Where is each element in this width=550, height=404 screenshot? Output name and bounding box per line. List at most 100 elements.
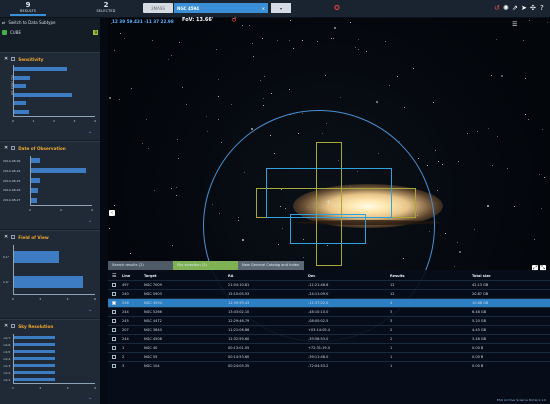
row-checkbox[interactable] (112, 291, 116, 296)
histogram-bar[interactable] (14, 84, 27, 89)
rotate-icon[interactable]: ↺ (231, 16, 237, 24)
export-icon[interactable]: ⇗ (512, 3, 518, 13)
row-checkbox-cell[interactable] (108, 333, 122, 343)
table-cell: 13:43:02.10 (228, 306, 308, 316)
panel-checkbox[interactable] (11, 235, 16, 239)
close-icon[interactable]: ✕ (4, 145, 8, 151)
close-icon[interactable]: ✕ (4, 234, 8, 240)
lightbulb-icon[interactable]: ✺ (503, 3, 509, 13)
close-icon[interactable]: ✕ (4, 56, 8, 62)
panel-checkbox[interactable] (11, 146, 16, 150)
telescope-icon[interactable]: ✪ (334, 3, 340, 13)
row-checkbox[interactable] (112, 282, 116, 287)
row-checkbox[interactable] (112, 336, 116, 341)
row-checkbox-cell[interactable] (108, 351, 122, 361)
row-checkbox[interactable] (112, 345, 116, 350)
row-checkbox-cell[interactable] (108, 315, 122, 325)
table-row[interactable]: 1 NGC 40 00:13:01.05 +72:31:19.0 1 0.00 B (108, 342, 550, 352)
clear-icon[interactable]: ✕ (262, 6, 265, 11)
row-checkbox[interactable] (112, 327, 116, 332)
row-checkbox-cell[interactable] (108, 288, 122, 298)
res-chart[interactable]: <0.7 <0.6 <0.5 <0.4 <0.3 <0.2 <0.1 (3, 334, 95, 384)
histogram-bar[interactable] (14, 349, 55, 354)
expand-chevron-icon[interactable]: ⌄ (88, 129, 92, 135)
histogram-bar[interactable] (31, 158, 41, 164)
row-checkbox[interactable] (112, 300, 116, 305)
row-checkbox-cell[interactable] (108, 342, 122, 352)
row-checkbox[interactable] (112, 309, 116, 314)
panel-checkbox[interactable] (11, 57, 16, 61)
sensitivity-chart[interactable] (13, 65, 95, 117)
col-total-size[interactable]: Total size (472, 272, 550, 280)
search-input[interactable]: NGC 4594 ✕ (174, 3, 268, 13)
tab-ngc-catalog[interactable]: New General Catalog and Index (238, 261, 304, 270)
histogram-bar[interactable] (14, 335, 55, 340)
histogram-bar[interactable] (14, 67, 67, 72)
footprint-selected[interactable] (266, 168, 392, 218)
fov-chart[interactable]: 0.1° 1.0' (3, 245, 95, 295)
survey-combo[interactable]: 2MASS (143, 3, 173, 13)
footprint-selected-2[interactable] (290, 214, 366, 244)
table-row[interactable]: 3 NGC 104 00:24:05.35 -72:04:53.2 1 0.00 B (108, 360, 550, 370)
col-target[interactable]: Target (144, 272, 228, 280)
histogram-bar[interactable] (14, 101, 27, 106)
layers-icon[interactable]: ☰ (512, 21, 517, 28)
row-checkbox[interactable] (112, 363, 116, 368)
selected-counter[interactable]: 2 SELECTED (83, 1, 129, 13)
histogram-bar[interactable] (14, 356, 55, 361)
panel-checkbox[interactable] (11, 324, 16, 328)
row-checkbox[interactable] (112, 318, 116, 323)
switch-subtype-row[interactable]: ⇄ Switch to Data Subtype (2, 20, 56, 25)
share-icon[interactable]: ➤ (521, 3, 527, 13)
tab-sky-selection[interactable]: Sky selection (2) (173, 261, 238, 270)
table-row[interactable]: 246 NGC 4594 12:39:59.43 -11:37:22.0 4 10.86 … (108, 297, 550, 307)
date-chart[interactable]: 2014-08-09 2014-08-24 2014-08-25 2014-08-26… (3, 156, 92, 206)
table-row[interactable]: 207 NGC 3640 11:21:06.86 +03:14:05.4 2 4.45 G… (108, 324, 550, 334)
settings-icon[interactable]: ✣ (530, 3, 536, 13)
table-row[interactable]: 244 NGC 5266 13:43:02.10 -48:10:10.0 3 6.48 G… (108, 306, 550, 316)
histogram-bar[interactable] (31, 168, 86, 174)
row-checkbox[interactable] (112, 354, 116, 359)
histogram-bar[interactable] (14, 75, 31, 80)
row-checkbox-cell[interactable] (108, 360, 122, 370)
histogram-bar[interactable] (14, 251, 59, 264)
menu-icon[interactable]: ☰ (112, 273, 116, 279)
row-checkbox-cell[interactable] (108, 306, 122, 316)
collapse-left-icon[interactable]: ‹ (109, 210, 115, 216)
histogram-bar[interactable] (14, 370, 55, 375)
tab-search-results[interactable]: Search results (2) (108, 261, 173, 270)
table-row[interactable]: 497 NGC 7009 21:04:10.81 -11:21:48.6 12 42.13… (108, 279, 550, 289)
histogram-bar[interactable] (14, 275, 83, 288)
table-row[interactable]: 245 NGC 4472 12:29:46.79 -08:00:02.5 3 5.20 G… (108, 315, 550, 325)
expand-chevron-icon[interactable]: ⌄ (88, 307, 92, 313)
reset-icon[interactable]: ↺ (494, 3, 500, 13)
histogram-bar[interactable] (14, 342, 55, 347)
dropdown-select[interactable]: ▾ (271, 3, 291, 13)
col-ra[interactable]: RA (228, 272, 308, 280)
expand-chevron-icon[interactable]: ⌄ (88, 218, 92, 224)
histogram-bar[interactable] (14, 377, 55, 382)
row-checkbox-cell[interactable] (108, 324, 122, 334)
histogram-bar[interactable] (31, 187, 39, 193)
table-row[interactable]: 2 NGC 55 00:14:53.60 -39:11:48.0 1 0.00 B (108, 351, 550, 361)
sensitivity-title: Sensitivity (18, 56, 44, 62)
results-counter[interactable]: 9 RESULTS (5, 1, 51, 16)
select-all-header[interactable]: ☰ (108, 272, 122, 280)
col-results[interactable]: Results (390, 272, 472, 280)
close-icon[interactable]: ✕ (4, 323, 8, 329)
table-row[interactable]: 244 NGC 4508 12:32:59.60 -39:58:53.0 2 3.48 G… (108, 333, 550, 343)
cube-filter-row[interactable]: CUBE 9 (2, 30, 98, 35)
row-checkbox-cell[interactable] (108, 297, 122, 307)
histogram-bar[interactable] (31, 197, 38, 203)
histogram-bar[interactable] (14, 109, 29, 114)
table-row[interactable]: 240 NGC 5903 15:10:05.53 -24:11:09.0 12 20.87… (108, 288, 550, 298)
help-icon[interactable]: ? (540, 3, 544, 13)
row-checkbox-cell[interactable] (108, 279, 122, 289)
histogram-bar[interactable] (14, 363, 55, 368)
expand-chevron-icon[interactable]: ⌄ (88, 395, 92, 401)
col-line[interactable]: Line (122, 272, 144, 280)
col-dec[interactable]: Dec (308, 272, 390, 280)
histogram-bar[interactable] (14, 92, 73, 97)
cube-checkbox[interactable] (2, 30, 7, 35)
histogram-bar[interactable] (31, 178, 41, 183)
